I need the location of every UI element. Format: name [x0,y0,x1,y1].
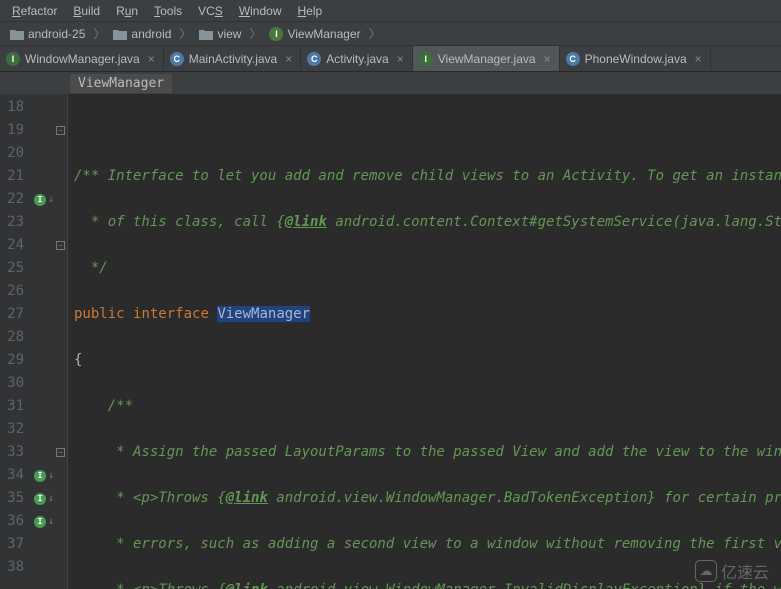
tab-label: Activity.java [326,52,388,66]
class-icon: C [170,52,184,66]
breadcrumb-label: view [217,27,241,41]
fold-toggle-icon[interactable]: − [56,126,65,135]
tab-label: MainActivity.java [189,52,277,66]
line-number-gutter: 1819202122232425262728293031323334353637… [0,94,32,589]
fold-toggle-icon[interactable]: − [56,241,65,250]
menu-vcs[interactable]: VCS [190,2,231,20]
package-icon [113,28,127,40]
tab-viewmanager[interactable]: I ViewManager.java × [413,46,560,71]
line-number: 21 [0,165,24,188]
class-icon: C [566,52,580,66]
line-number: 25 [0,257,24,280]
implements-marker-icon[interactable]: I [34,194,46,206]
watermark: ☁ 亿速云 [695,559,769,583]
tab-windowmanager[interactable]: I WindowManager.java × [0,46,164,71]
chevron-right-icon: 〉 [93,25,105,42]
tab-phonewindow[interactable]: C PhoneWindow.java × [560,46,711,71]
line-number: 27 [0,303,24,326]
breadcrumb: android-25 〉 android 〉 view 〉 I ViewMana… [0,22,781,46]
marker-gutter: I↓ I↓ I↓ I↓ [32,94,54,589]
line-number: 28 [0,326,24,349]
close-icon[interactable]: × [693,52,704,66]
breadcrumb-label: android-25 [28,27,85,41]
breadcrumb-sdk[interactable]: android-25 [4,27,91,41]
close-icon[interactable]: × [542,52,553,66]
interface-icon: I [269,27,283,41]
tab-label: PhoneWindow.java [585,52,687,66]
class-icon: C [307,52,321,66]
tab-label: WindowManager.java [25,52,140,66]
code-area[interactable]: /** Interface to let you add and remove … [68,94,781,589]
editor-tabs: I WindowManager.java × C MainActivity.ja… [0,46,781,72]
line-number: 38 [0,556,24,579]
watermark-label: 亿速云 [721,559,769,583]
menu-bar: Refactor Build Run Tools VCS Window Help [0,0,781,22]
breadcrumb-label: ViewManager [287,27,360,41]
line-number: 19 [0,119,24,142]
line-number: 35 [0,487,24,510]
implements-marker-icon[interactable]: I [34,470,46,482]
line-number: 24 [0,234,24,257]
breadcrumb-label: android [131,27,171,41]
close-icon[interactable]: × [146,52,157,66]
interface-icon: I [419,52,433,66]
chevron-right-icon: 〉 [369,25,381,42]
class-banner-label: ViewManager [70,74,172,93]
cloud-icon: ☁ [695,560,717,582]
code-editor[interactable]: 1819202122232425262728293031323334353637… [0,94,781,589]
fold-gutter: − − − [54,94,68,589]
line-number: 37 [0,533,24,556]
line-number: 32 [0,418,24,441]
line-number: 20 [0,142,24,165]
line-number: 31 [0,395,24,418]
class-banner: ViewManager [0,72,781,94]
tab-activity[interactable]: C Activity.java × [301,46,412,71]
close-icon[interactable]: × [283,52,294,66]
line-number: 26 [0,280,24,303]
line-number: 22 [0,188,24,211]
fold-toggle-icon[interactable]: − [56,448,65,457]
menu-window[interactable]: Window [231,2,290,20]
menu-help[interactable]: Help [290,2,331,20]
line-number: 18 [0,96,24,119]
line-number: 30 [0,372,24,395]
line-number: 29 [0,349,24,372]
menu-build[interactable]: Build [65,2,108,20]
interface-icon: I [6,52,20,66]
menu-run[interactable]: Run [108,2,146,20]
chevron-right-icon: 〉 [249,25,261,42]
breadcrumb-class[interactable]: I ViewManager [263,27,366,41]
tab-label: ViewManager.java [438,52,536,66]
folder-icon [10,28,24,40]
breadcrumb-subpkg[interactable]: view [193,27,247,41]
close-icon[interactable]: × [395,52,406,66]
chevron-right-icon: 〉 [179,25,191,42]
package-icon [199,28,213,40]
line-number: 33 [0,441,24,464]
line-number: 23 [0,211,24,234]
implements-marker-icon[interactable]: I [34,516,46,528]
implements-marker-icon[interactable]: I [34,493,46,505]
tab-mainactivity[interactable]: C MainActivity.java × [164,46,302,71]
menu-refactor[interactable]: Refactor [4,2,65,20]
menu-tools[interactable]: Tools [146,2,190,20]
breadcrumb-pkg[interactable]: android [107,27,177,41]
line-number: 36 [0,510,24,533]
line-number: 34 [0,464,24,487]
